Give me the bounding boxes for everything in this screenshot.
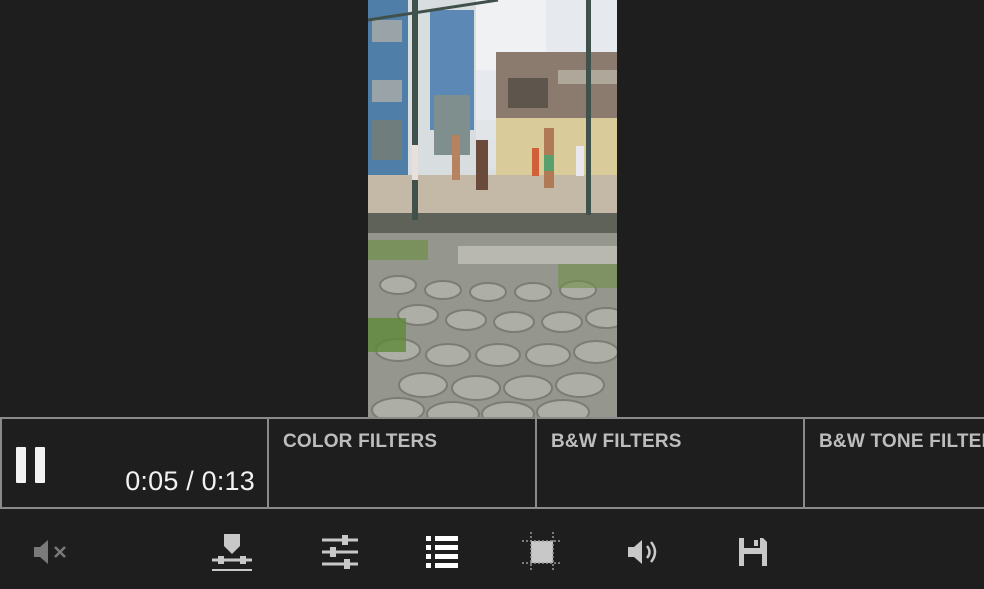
filter-category-label: B&W FILTERS xyxy=(551,431,682,452)
filter-category-bw-tone[interactable]: B&W TONE FILTERS xyxy=(803,419,984,507)
time-display: 0:05 / 0:13 xyxy=(125,466,255,496)
pause-icon-bar xyxy=(35,447,45,483)
mute-button[interactable] xyxy=(28,530,72,574)
pause-icon xyxy=(16,447,26,483)
filter-category-bw[interactable]: B&W FILTERS xyxy=(535,419,803,507)
filters-list-button[interactable] xyxy=(420,530,464,574)
filter-category-label: B&W TONE FILTERS xyxy=(819,431,984,452)
volume-button[interactable] xyxy=(622,530,666,574)
mute-icon xyxy=(34,540,66,564)
trim-button[interactable] xyxy=(210,530,254,574)
filter-category-color[interactable]: COLOR FILTERS xyxy=(267,419,535,507)
video-frame[interactable] xyxy=(368,0,617,417)
trim-icon xyxy=(212,534,252,571)
video-stage xyxy=(0,0,984,417)
playback-panel: 0:05 / 0:13 xyxy=(0,419,267,507)
save-button[interactable] xyxy=(731,530,775,574)
volume-icon xyxy=(628,540,657,564)
crop-button[interactable] xyxy=(520,530,564,574)
filter-category-label: COLOR FILTERS xyxy=(283,431,438,452)
bottom-toolbar xyxy=(0,511,984,589)
adjustments-button[interactable] xyxy=(318,530,362,574)
crop-icon xyxy=(522,532,562,572)
save-icon xyxy=(739,538,767,566)
list-icon xyxy=(426,536,458,568)
video-preview-image xyxy=(368,0,617,417)
filter-strip: 0:05 / 0:13 COLOR FILTERS B&W FILTERS B&… xyxy=(0,417,984,509)
pause-button[interactable] xyxy=(16,447,46,483)
adjustments-icon xyxy=(322,535,358,569)
